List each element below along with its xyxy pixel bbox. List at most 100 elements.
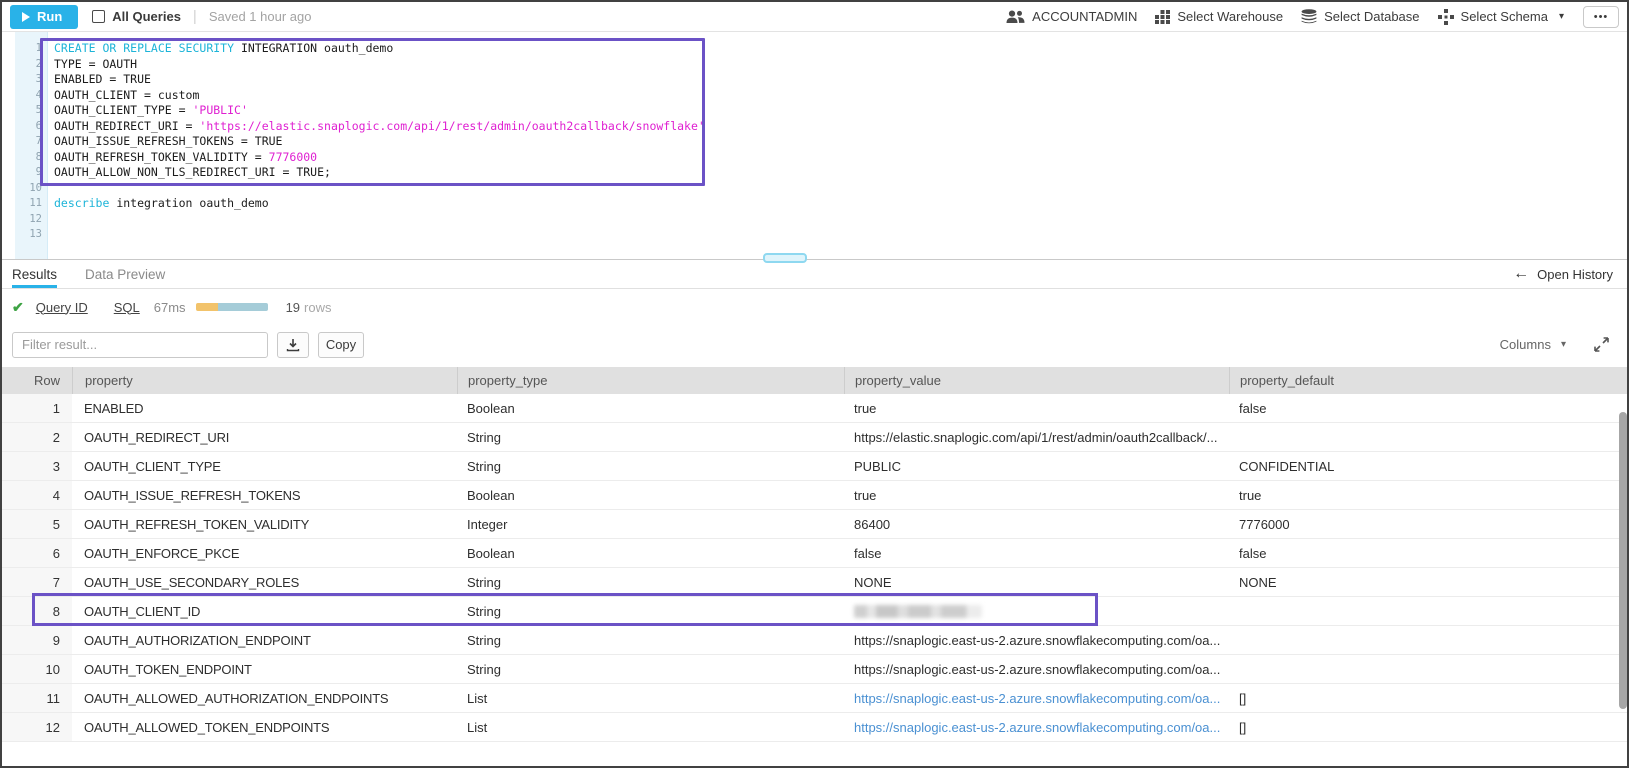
code-line[interactable] — [54, 181, 1627, 197]
table-row[interactable]: 4OAUTH_ISSUE_REFRESH_TOKENSBooleantruetr… — [2, 481, 1627, 510]
property-default-cell: CONFIDENTIAL — [1229, 452, 1627, 480]
download-button[interactable] — [277, 332, 309, 358]
property-value-cell: true — [844, 394, 1229, 422]
query-duration: 67ms — [154, 300, 186, 315]
property-type-cell: Integer — [457, 510, 844, 538]
line-number: 11 — [15, 196, 47, 212]
property-value-cell: https://snaplogic.east-us-2.azure.snowfl… — [844, 655, 1229, 683]
table-row[interactable]: 8OAUTH_CLIENT_IDString — [2, 597, 1627, 626]
row-number-cell: 6 — [2, 539, 72, 567]
result-actions-bar: Copy Columns ▾ — [2, 324, 1627, 365]
column-header-property[interactable]: property — [72, 367, 457, 394]
column-header-property_type[interactable]: property_type — [457, 367, 844, 394]
columns-caret-icon: ▾ — [1561, 339, 1566, 350]
sql-number: 7776000 — [269, 150, 317, 164]
table-row[interactable]: 7OAUTH_USE_SECONDARY_ROLESStringNONENONE — [2, 568, 1627, 597]
column-header-property_value[interactable]: property_value — [844, 367, 1229, 394]
property-default-cell: [] — [1229, 684, 1627, 712]
property-cell: OAUTH_REDIRECT_URI — [72, 423, 457, 451]
more-options-button[interactable]: ••• — [1583, 6, 1619, 28]
sql-keyword: CREATE OR REPLACE SECURITY — [54, 41, 234, 55]
property-type-cell: List — [457, 713, 844, 741]
code-line[interactable]: describe integration oauth_demo — [54, 196, 1627, 212]
toolbar-context-group: ACCOUNTADMIN Select Warehouse — [1006, 6, 1619, 28]
table-row[interactable]: 2OAUTH_REDIRECT_URIStringhttps://elastic… — [2, 423, 1627, 452]
copy-button[interactable]: Copy — [318, 332, 364, 358]
column-header-property_default[interactable]: property_default — [1229, 367, 1627, 394]
property-default-cell: 7776000 — [1229, 510, 1627, 538]
code-line[interactable]: OAUTH_REDIRECT_URI = 'https://elastic.sn… — [54, 119, 1627, 135]
code-line[interactable] — [54, 227, 1627, 243]
property-type-cell: String — [457, 626, 844, 654]
table-row[interactable]: 9OAUTH_AUTHORIZATION_ENDPOINTStringhttps… — [2, 626, 1627, 655]
columns-dropdown[interactable]: Columns ▾ — [1500, 337, 1566, 352]
property-type-cell: String — [457, 568, 844, 596]
code-line[interactable]: OAUTH_ISSUE_REFRESH_TOKENS = TRUE — [54, 134, 1627, 150]
property-default-cell — [1229, 655, 1627, 683]
filter-result-input[interactable] — [12, 332, 268, 358]
warehouse-selector[interactable]: Select Warehouse — [1155, 9, 1283, 24]
sql-editor[interactable]: 12345678910111213 CREATE OR REPLACE SECU… — [2, 32, 1627, 259]
property-value-cell: https://snaplogic.east-us-2.azure.snowfl… — [844, 713, 1229, 741]
table-row[interactable]: 3OAUTH_CLIENT_TYPEStringPUBLICCONFIDENTI… — [2, 452, 1627, 481]
property-type-cell: Boolean — [457, 481, 844, 509]
database-selector[interactable]: Select Database — [1301, 9, 1419, 24]
row-number-cell: 11 — [2, 684, 72, 712]
database-icon — [1301, 9, 1317, 24]
code-line[interactable]: TYPE = OAUTH — [54, 57, 1627, 73]
query-id-link[interactable]: Query ID — [36, 300, 88, 315]
code-line[interactable]: OAUTH_CLIENT_TYPE = 'PUBLIC' — [54, 103, 1627, 119]
property-cell: ENABLED — [72, 394, 457, 422]
row-number-cell: 7 — [2, 568, 72, 596]
property-value-cell: https://snaplogic.east-us-2.azure.snowfl… — [844, 684, 1229, 712]
query-info-bar: ✔ Query ID SQL 67ms 19 rows — [2, 290, 1627, 324]
all-queries-checkbox[interactable] — [92, 10, 105, 23]
duration-bar — [196, 303, 268, 311]
line-number: 4 — [15, 88, 47, 104]
sql-string: 'https://elastic.snaplogic.com/api/1/res… — [199, 119, 704, 133]
tab-data-preview[interactable]: Data Preview — [85, 260, 165, 288]
code-line[interactable]: CREATE OR REPLACE SECURITY INTEGRATION o… — [54, 41, 1627, 57]
result-row-count: 19 — [286, 300, 300, 315]
expand-results-button[interactable] — [1594, 337, 1609, 352]
rows-word: rows — [304, 300, 331, 315]
top-toolbar: Run All Queries | Saved 1 hour ago ACCOU… — [2, 2, 1627, 32]
property-default-cell — [1229, 597, 1627, 625]
table-row[interactable]: 1ENABLEDBooleantruefalse — [2, 394, 1627, 423]
row-number-cell: 10 — [2, 655, 72, 683]
line-number: 6 — [15, 119, 47, 135]
table-row[interactable]: 12OAUTH_ALLOWED_TOKEN_ENDPOINTSListhttps… — [2, 713, 1627, 742]
code-line[interactable]: ENABLED = TRUE — [54, 72, 1627, 88]
sql-text: OAUTH_REDIRECT_URI = — [54, 119, 199, 133]
tab-results[interactable]: Results — [12, 260, 57, 288]
results-table: Rowpropertyproperty_typeproperty_valuepr… — [2, 365, 1627, 768]
schema-selector[interactable]: Select Schema ▾ — [1438, 9, 1564, 25]
line-number: 13 — [15, 227, 47, 243]
table-vertical-scrollbar[interactable] — [1619, 412, 1627, 709]
table-row[interactable]: 6OAUTH_ENFORCE_PKCEBooleanfalsefalse — [2, 539, 1627, 568]
code-line[interactable]: OAUTH_ALLOW_NON_TLS_REDIRECT_URI = TRUE; — [54, 165, 1627, 181]
row-number-cell: 3 — [2, 452, 72, 480]
table-row[interactable]: 10OAUTH_TOKEN_ENDPOINTStringhttps://snap… — [2, 655, 1627, 684]
role-selector[interactable]: ACCOUNTADMIN — [1006, 9, 1137, 24]
property-default-cell — [1229, 423, 1627, 451]
property-value-cell: 86400 — [844, 510, 1229, 538]
row-number-cell: 8 — [2, 597, 72, 625]
code-line[interactable]: OAUTH_CLIENT = custom — [54, 88, 1627, 104]
table-row[interactable]: 5OAUTH_REFRESH_TOKEN_VALIDITYInteger8640… — [2, 510, 1627, 539]
run-button[interactable]: Run — [10, 5, 78, 29]
property-cell: OAUTH_ALLOWED_TOKEN_ENDPOINTS — [72, 713, 457, 741]
column-header-row[interactable]: Row — [2, 367, 72, 394]
sql-link[interactable]: SQL — [114, 300, 140, 315]
sql-string: 'PUBLIC' — [192, 103, 247, 117]
sql-text: ENABLED = TRUE — [54, 72, 151, 86]
table-row[interactable]: 11OAUTH_ALLOWED_AUTHORIZATION_ENDPOINTSL… — [2, 684, 1627, 713]
open-history-button[interactable]: ← Open History — [1513, 266, 1617, 282]
sql-text: OAUTH_ALLOW_NON_TLS_REDIRECT_URI = TRUE; — [54, 165, 331, 179]
line-number: 1 — [15, 41, 47, 57]
table-header-row: Rowpropertyproperty_typeproperty_valuepr… — [2, 367, 1627, 394]
code-line[interactable]: OAUTH_REFRESH_TOKEN_VALIDITY = 7776000 — [54, 150, 1627, 166]
property-default-cell: [] — [1229, 713, 1627, 741]
expand-icon — [1594, 337, 1609, 352]
code-line[interactable] — [54, 212, 1627, 228]
